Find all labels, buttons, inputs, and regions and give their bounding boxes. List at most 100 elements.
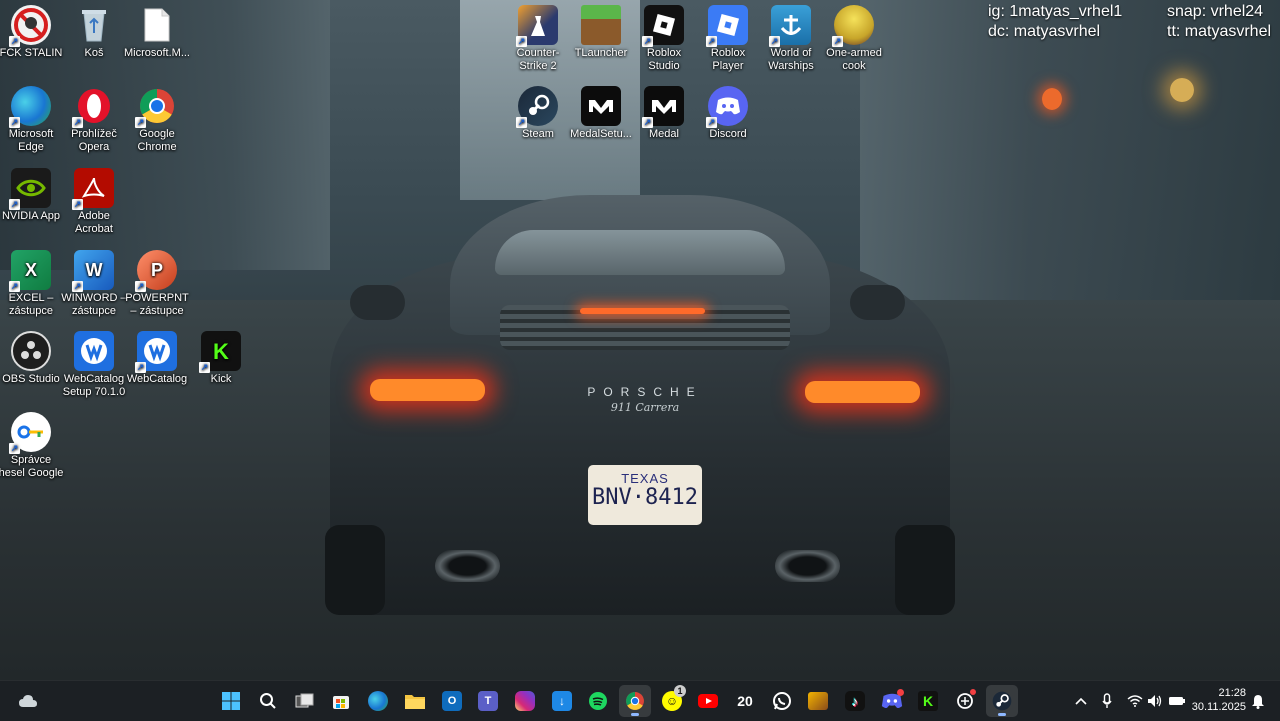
icon-label: Microsoft.M... <box>123 47 190 59</box>
nvidia-icon: ↗ <box>9 168 51 210</box>
kick-icon: K <box>918 691 938 711</box>
desktop-icon-powerpnt[interactable]: P ↗ POWERPNT – zástupce <box>121 250 193 318</box>
icon-label: WINWORD – zástupce <box>61 292 127 317</box>
notification-bell-icon[interactable] <box>1251 691 1265 711</box>
shortcut-arrow-icon: ↗ <box>769 36 780 47</box>
taskbar-chatgpt[interactable] <box>949 685 981 717</box>
desktop-icon-webcatalog[interactable]: ↗ WebCatalog <box>121 331 193 386</box>
desktop-icon-adobe-acrobat[interactable]: ↗ Adobe Acrobat <box>58 168 130 236</box>
desktop-icon-counter-strike[interactable]: ↗ Counter-Strike 2 <box>502 5 574 73</box>
powerpoint-icon: P ↗ <box>135 250 177 292</box>
acrobat-icon: ↗ <box>72 168 114 210</box>
edge-icon <box>368 691 388 711</box>
icon-label: FCK STALIN <box>0 47 63 59</box>
desktop-icon-nvidia-app[interactable]: ↗ NVIDIA App <box>0 168 67 223</box>
taskbar-whatsapp[interactable] <box>766 685 798 717</box>
icon-label: Roblox Studio <box>646 47 682 72</box>
taskbar-spotify[interactable] <box>582 685 614 717</box>
taskbar-youtube[interactable] <box>692 685 724 717</box>
icon-label: World of Warships <box>768 47 814 72</box>
wifi-icon[interactable] <box>1127 691 1143 711</box>
taskbar-temperature[interactable]: 20 <box>729 685 761 717</box>
taskbar-downloader[interactable]: ↓ <box>546 685 578 717</box>
desktop-icon-winword[interactable]: W ↗ WINWORD – zástupce <box>58 250 130 318</box>
desktop-icon-roblox-studio[interactable]: ↗ Roblox Studio <box>628 5 700 73</box>
task-view-button[interactable] <box>289 685 321 717</box>
taskbar-chrome[interactable] <box>619 685 651 717</box>
steam-icon: ↗ <box>516 86 558 128</box>
one-armed-cook-icon: ↗ <box>832 5 874 47</box>
shortcut-arrow-icon: ↗ <box>9 443 20 454</box>
icon-label: Prohlížeč Opera <box>71 128 117 153</box>
battery-icon[interactable] <box>1168 691 1186 711</box>
taskbar-snapchat[interactable]: ☺ 1 <box>656 685 688 717</box>
shortcut-arrow-icon: ↗ <box>642 117 653 128</box>
desktop-icon-discord[interactable]: ↗ Discord <box>692 86 764 141</box>
overlay-tiktok: tt: matyasvrhel <box>1167 23 1272 40</box>
desktop-icon-opera[interactable]: ↗ Prohlížeč Opera <box>58 86 130 154</box>
icon-label: One-armed cook <box>826 47 882 72</box>
desktop-icon-one-armed-cook[interactable]: ↗ One-armed cook <box>818 5 890 73</box>
taskbar-teams[interactable]: T <box>472 685 504 717</box>
taskbar-tiktok[interactable]: ♪ <box>839 685 871 717</box>
edge-icon: ↗ <box>9 86 51 128</box>
icon-label: OBS Studio <box>2 373 60 385</box>
taskbar-instagram[interactable] <box>509 685 541 717</box>
desktop-icon-webcatalog-setup[interactable]: WebCatalog Setup 70.1.0 <box>58 331 130 399</box>
shortcut-arrow-icon: ↗ <box>135 362 146 373</box>
excel-icon: X ↗ <box>9 250 51 292</box>
desktop-icon-medal[interactable]: ↗ Medal <box>628 86 700 141</box>
icon-label: Adobe Acrobat <box>75 210 113 235</box>
desktop-icon-world-of-warships[interactable]: ↗ World of Warships <box>755 5 827 73</box>
desktop-icon-medal-setup[interactable]: MedalSetu... <box>565 86 637 141</box>
car-brake-light <box>580 308 705 314</box>
desktop-icon-steam[interactable]: ↗ Steam <box>502 86 574 141</box>
roblox-studio-icon: ↗ <box>642 5 684 47</box>
search-button[interactable] <box>252 685 284 717</box>
shortcut-arrow-icon: ↗ <box>706 117 717 128</box>
car-tail-light-right <box>805 381 920 403</box>
start-button[interactable] <box>215 685 247 717</box>
icon-label: EXCEL – zástupce <box>8 292 54 317</box>
car-tail-light-left <box>370 379 485 401</box>
shortcut-arrow-icon: ↗ <box>135 281 146 292</box>
show-hidden-icons-chevron-up-icon[interactable] <box>1075 691 1087 711</box>
taskbar-game[interactable] <box>802 685 834 717</box>
document-file-icon <box>137 5 177 45</box>
chrome-icon: ↗ <box>135 86 177 128</box>
taskbar-file-explorer[interactable] <box>399 685 431 717</box>
car-model-text: 911 Carrera <box>610 401 680 414</box>
steam-icon <box>992 691 1012 711</box>
system-clock[interactable]: 21:28 30.11.2025 <box>1192 686 1246 714</box>
discord-icon: ↗ <box>706 86 748 128</box>
shortcut-arrow-icon: ↗ <box>199 362 210 373</box>
microphone-icon[interactable] <box>1102 691 1112 711</box>
taskbar-kick[interactable]: K <box>912 685 944 717</box>
icon-label: Counter-Strike 2 <box>516 47 560 72</box>
widgets-weather-button[interactable] <box>12 685 44 717</box>
desktop-icon-obs-studio[interactable]: OBS Studio <box>0 331 67 386</box>
desktop-icon-fck-stalin[interactable]: ↗ FCK STALIN <box>0 5 67 60</box>
desktop-icon-roblox-player[interactable]: ↗ Roblox Player <box>692 5 764 73</box>
taskbar-outlook[interactable]: O <box>436 685 468 717</box>
desktop-icon-tlauncher[interactable]: TLauncher <box>565 5 637 60</box>
overlay-discord: dc: matyasvrhel <box>988 23 1101 40</box>
taskbar-edge[interactable] <box>362 685 394 717</box>
microsoft-store-icon <box>333 696 349 709</box>
plate-state: TEXAS <box>621 471 669 486</box>
taskbar-store[interactable] <box>325 685 357 717</box>
desktop-icon-microsoft-m[interactable]: Microsoft.M... <box>121 5 193 60</box>
desktop-icon-microsoft-edge[interactable]: ↗ Microsoft Edge <box>0 86 67 154</box>
desktop-icon-recycle-bin[interactable]: Koš <box>58 5 130 60</box>
desktop-icon-google-chrome[interactable]: ↗ Google Chrome <box>121 86 193 154</box>
teams-icon: T <box>478 691 498 711</box>
taskbar-steam[interactable] <box>986 685 1018 717</box>
desktop-icon-excel[interactable]: X ↗ EXCEL – zástupce <box>0 250 67 318</box>
speaker-volume-icon[interactable] <box>1147 691 1163 711</box>
desktop-icon-kick[interactable]: K ↗ Kick <box>185 331 257 386</box>
icon-label: Koš <box>84 47 104 59</box>
icon-label: MedalSetu... <box>570 128 632 140</box>
taskbar-discord[interactable] <box>876 685 908 717</box>
key-icon: ↗ <box>9 412 51 454</box>
desktop-icon-password-manager[interactable]: ↗ Správce hesel Google <box>0 412 67 480</box>
